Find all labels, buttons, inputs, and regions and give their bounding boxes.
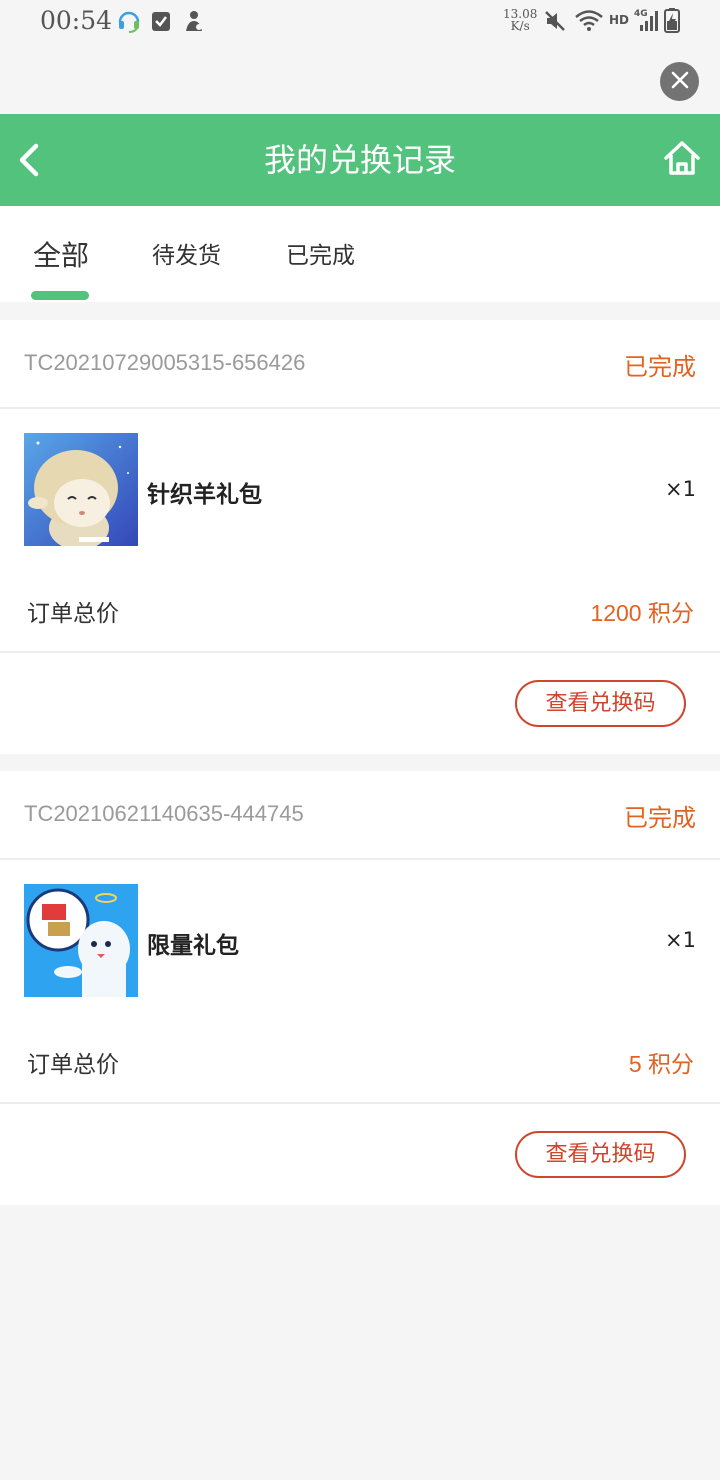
app-notification-icon [183,9,205,37]
hd-indicator: HD [609,13,630,27]
checkbox-notification-icon [151,10,171,36]
status-bar: 00:54 13.08 K/s HD 4G [0,0,720,44]
chevron-left-icon [19,143,39,177]
divider [0,651,720,653]
close-icon [670,70,690,94]
divider [0,407,720,409]
ghost-gift-icon[interactable] [24,884,138,997]
total-label: 订单总价 [27,1052,119,1078]
mute-icon [543,9,567,37]
total-value: 1200 积分 [590,600,694,626]
view-code-button[interactable]: 查看兑换码 [515,680,686,727]
order-status: 已完成 [624,353,696,381]
total-value: 5 积分 [628,1051,694,1077]
item-quantity: ×1 [665,477,696,501]
headset-icon [117,8,141,38]
tab-active-indicator [31,291,89,300]
item-name: 限量礼包 [147,933,239,959]
speed-unit: K/s [510,19,530,33]
sheep-gift-icon[interactable] [24,433,138,546]
total-label: 订单总价 [27,601,119,627]
divider [0,1102,720,1104]
back-button[interactable] [14,140,46,184]
network-speed: 13.08 K/s [503,8,537,32]
close-button[interactable] [660,62,699,101]
tab-completed[interactable]: 已完成 [286,236,355,270]
page-title: 我的兑换记录 [263,141,456,179]
app-header: 我的兑换记录 [0,114,720,206]
order-card: TC20210729005315-656426 已完成 针织羊礼包 ×1 订单总… [0,320,720,754]
order-status: 已完成 [624,804,696,832]
order-number: TC20210621140635-444745 [24,801,304,826]
item-quantity: ×1 [665,928,696,952]
wifi-icon [574,8,604,36]
order-card: TC20210621140635-444745 已完成 限量礼包 ×1 订单总价… [0,771,720,1205]
view-code-button[interactable]: 查看兑换码 [515,1131,686,1178]
tab-pending-shipment[interactable]: 待发货 [152,236,221,270]
signal-icon: 4G [634,7,660,37]
home-icon [664,141,700,175]
home-button[interactable] [662,138,702,182]
divider [0,858,720,860]
tab-bar: 全部 待发货 已完成 [0,206,720,302]
item-name: 针织羊礼包 [147,482,262,508]
order-number: TC20210729005315-656426 [24,350,306,375]
status-time: 00:54 [40,6,113,35]
svg-text:4G: 4G [634,9,648,19]
battery-charging-icon [664,7,680,37]
tab-all[interactable]: 全部 [33,234,89,274]
